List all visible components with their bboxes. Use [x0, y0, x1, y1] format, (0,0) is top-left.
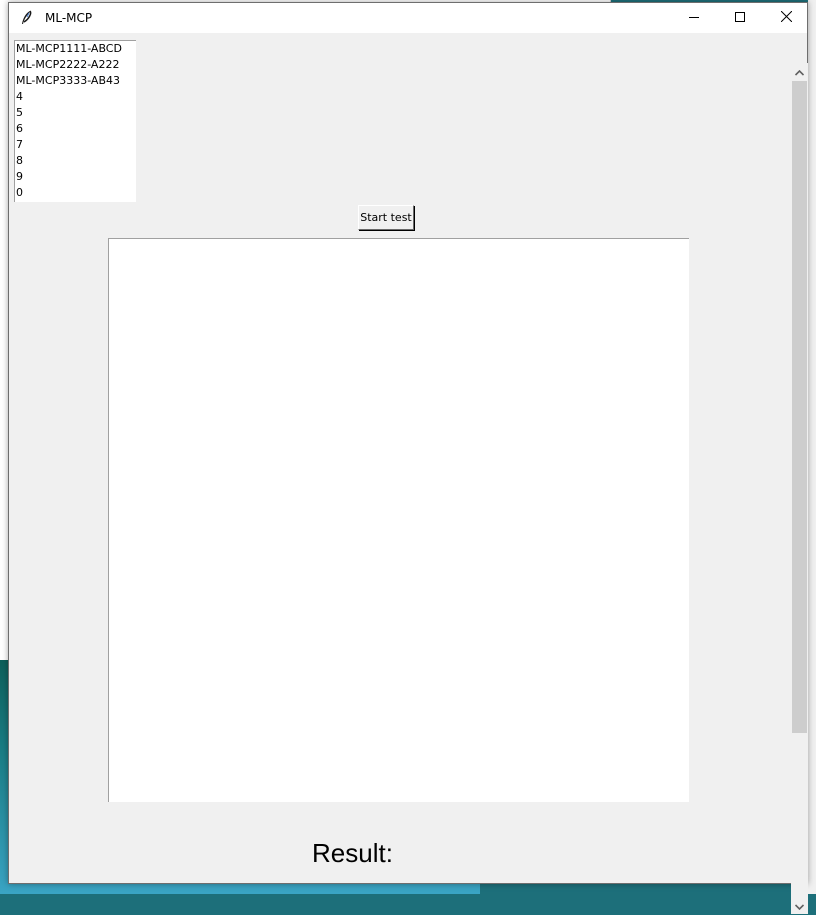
list-item[interactable]: 8: [15, 153, 136, 169]
list-item[interactable]: ML-MCP3333-AB43: [15, 73, 136, 89]
scroll-up-button[interactable]: [791, 63, 808, 80]
maximize-icon: [735, 9, 745, 27]
list-item[interactable]: 9: [15, 169, 136, 185]
start-test-button[interactable]: Start test: [358, 205, 414, 230]
minimize-button[interactable]: [671, 3, 717, 33]
list-item[interactable]: 5: [15, 105, 136, 121]
chevron-up-icon: [794, 63, 805, 81]
background-window-edge: [808, 0, 816, 894]
result-label: Result:: [312, 838, 393, 868]
list-item[interactable]: 0: [15, 185, 136, 201]
scrollbar-thumb[interactable]: [792, 81, 807, 733]
list-item[interactable]: 6: [15, 121, 136, 137]
close-button[interactable]: [763, 3, 809, 33]
vertical-scrollbar[interactable]: [791, 63, 808, 914]
minimize-icon: [689, 9, 699, 27]
client-area: ML-MCP1111-ABCD ML-MCP2222-A222 ML-MCP33…: [9, 33, 808, 914]
scroll-down-button[interactable]: [791, 897, 808, 914]
list-item[interactable]: ML-MCP1111-ABCD: [15, 41, 136, 57]
list-item[interactable]: ML-MCP2222-A222: [15, 57, 136, 73]
device-listbox[interactable]: ML-MCP1111-ABCD ML-MCP2222-A222 ML-MCP33…: [14, 40, 136, 202]
list-item[interactable]: 7: [15, 137, 136, 153]
list-item[interactable]: 4: [15, 89, 136, 105]
chevron-down-icon: [794, 897, 805, 915]
window-title: ML-MCP: [45, 11, 93, 25]
app-window: ML-MCP ML-MCP1111-ABCD ML-MCP2222-A222 M…: [8, 2, 808, 914]
drawing-canvas[interactable]: [108, 238, 689, 802]
maximize-button[interactable]: [717, 3, 763, 33]
feather-icon: [19, 10, 35, 26]
close-icon: [780, 9, 792, 27]
title-bar[interactable]: ML-MCP: [9, 3, 807, 33]
